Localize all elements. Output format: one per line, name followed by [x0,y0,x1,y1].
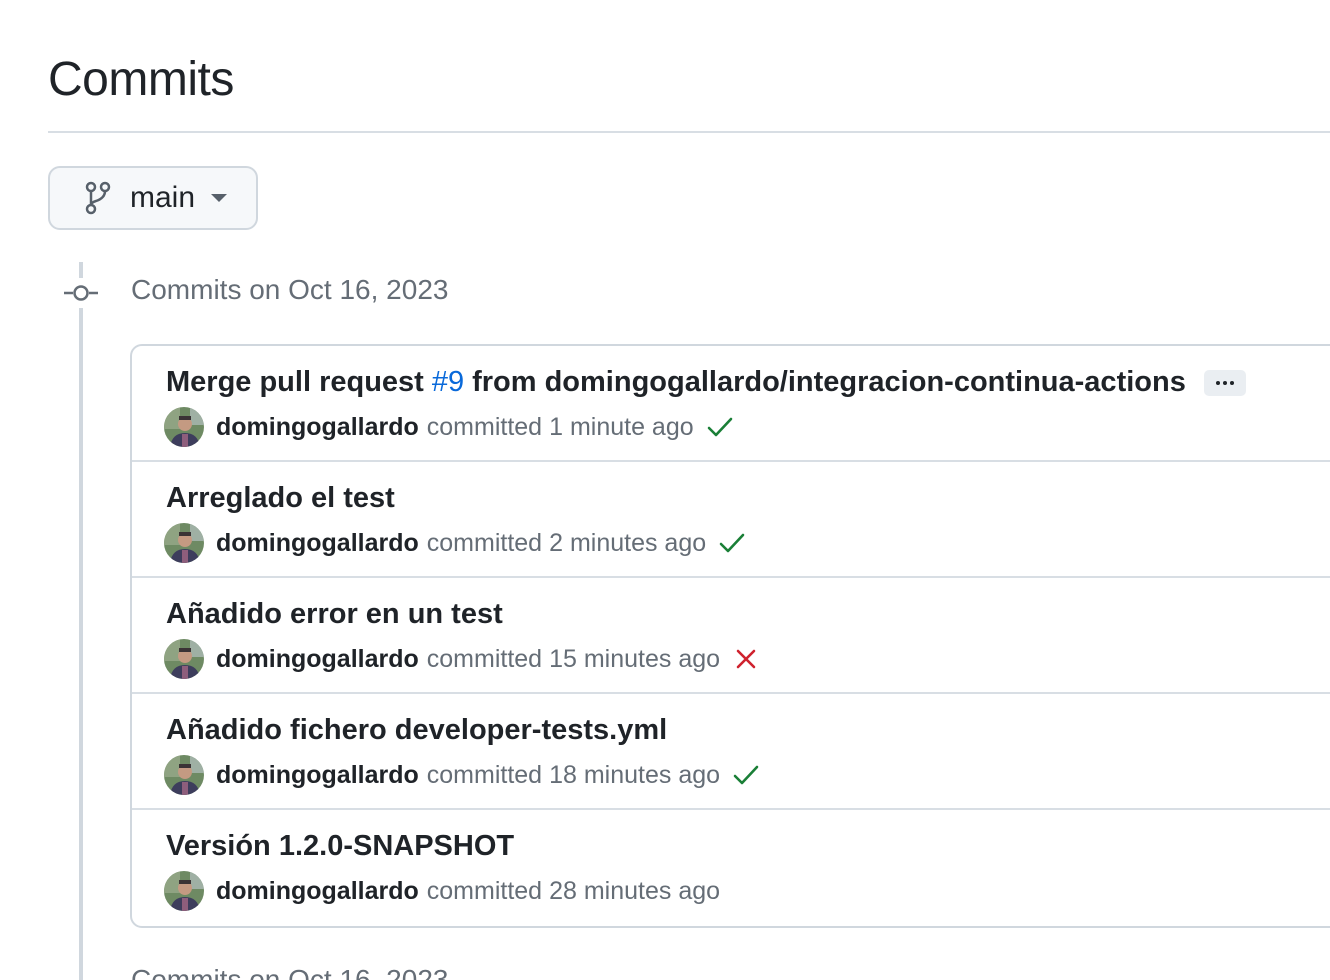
committed-label: committed [426,876,543,905]
commit-message-prefix[interactable]: Merge pull request [166,366,424,399]
page-title: Commits [48,53,234,106]
commit-author[interactable]: domingogallardo [216,877,419,906]
commit-row: Versión 1.2.0-SNAPSHOT domingogallardo c… [132,810,1330,926]
caret-down-icon [211,194,228,202]
committed-label: committed [426,644,543,673]
commit-author[interactable]: domingogallardo [216,761,419,790]
commit-meta: domingogallardo committed 15 minutes ago [164,639,760,679]
commit-meta: domingogallardo committed 1 minute ago [164,407,734,447]
git-branch-icon [84,181,114,215]
git-commit-icon [64,278,98,308]
avatar[interactable] [164,755,204,795]
commit-meta: domingogallardo committed 28 minutes ago [164,871,720,911]
x-icon[interactable] [732,645,760,673]
commit-message[interactable]: Versión 1.2.0-SNAPSHOT [166,830,514,863]
commit-author[interactable]: domingogallardo [216,413,419,442]
commit-time: 2 minutes ago [549,528,707,557]
committed-label: committed [426,528,543,557]
check-icon[interactable] [706,413,734,441]
title-divider [48,131,1330,133]
commit-message[interactable]: Merge pull request #9 from domingogallar… [166,366,1246,399]
commit-group-heading: Commits on Oct 16, 2023 [131,274,449,305]
commit-group-heading-next: Commits on Oct 16, 2023 [131,964,449,980]
commit-row: Arreglado el test domingogallardo commit… [132,462,1330,578]
commit-message[interactable]: Añadido error en un test [166,598,503,631]
commit-list: Merge pull request #9 from domingogallar… [130,344,1330,928]
avatar[interactable] [164,871,204,911]
avatar[interactable] [164,639,204,679]
commit-meta: domingogallardo committed 18 minutes ago [164,755,760,795]
commit-time: 15 minutes ago [549,644,721,673]
commit-message[interactable]: Arreglado el test [166,482,395,515]
commit-row: Merge pull request #9 from domingogallar… [132,346,1330,462]
avatar[interactable] [164,523,204,563]
commit-row: Añadido error en un test domingogallardo… [132,578,1330,694]
commit-author[interactable]: domingogallardo [216,529,419,558]
commit-message[interactable]: Añadido fichero developer-tests.yml [166,714,667,747]
commit-meta: domingogallardo committed 2 minutes ago [164,523,746,563]
commit-author[interactable]: domingogallardo [216,645,419,674]
commit-time: 1 minute ago [549,412,694,441]
commit-row: Añadido fichero developer-tests.yml domi… [132,694,1330,810]
check-icon[interactable] [732,761,760,789]
timeline-line [79,262,83,980]
kebab-horizontal-icon[interactable] [1203,369,1246,396]
committed-label: committed [426,760,543,789]
commit-message-suffix[interactable]: from domingogallardo/integracion-continu… [472,366,1186,399]
check-icon[interactable] [718,529,746,557]
commit-time: 18 minutes ago [549,760,721,789]
avatar[interactable] [164,407,204,447]
branch-name: main [130,181,196,214]
commit-time: 28 minutes ago [549,876,721,905]
committed-label: committed [426,412,543,441]
pull-request-link[interactable]: #9 [432,366,464,399]
branch-selector-button[interactable]: main [48,166,258,230]
